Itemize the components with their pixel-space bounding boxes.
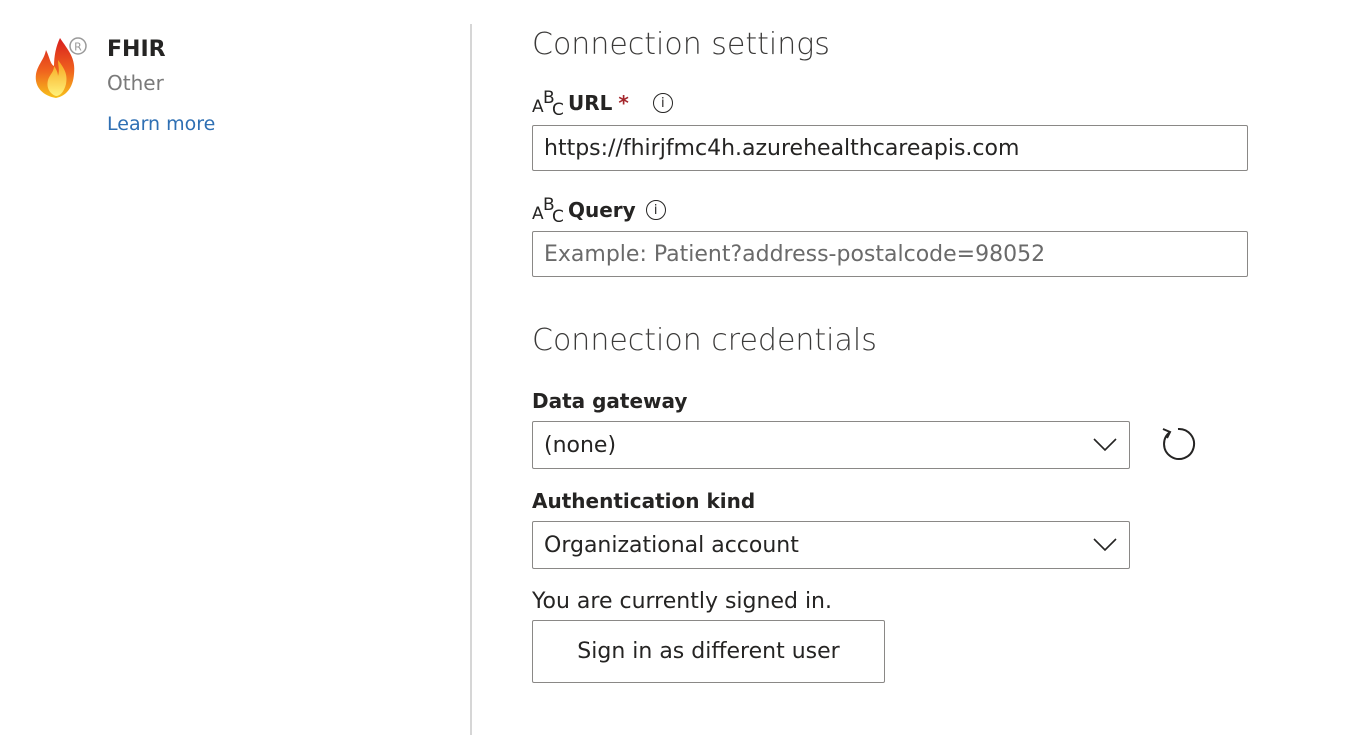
connector-category: Other [107, 71, 164, 95]
connection-dialog: R FHIR Other Learn more Connection setti… [0, 0, 1353, 735]
connector-name: FHIR [107, 37, 166, 62]
learn-more-link[interactable]: Learn more [107, 113, 215, 135]
fhir-flame-logo: R [35, 37, 87, 98]
connector-info-panel: R FHIR Other Learn more [0, 0, 470, 735]
query-label: Query [568, 198, 636, 222]
data-gateway-select[interactable]: (none) [532, 421, 1130, 469]
url-label: URL [568, 91, 613, 115]
info-icon[interactable]: i [645, 200, 666, 220]
sign-in-status: You are currently signed in. [532, 589, 832, 614]
data-gateway-label: Data gateway [532, 389, 688, 413]
connection-credentials-title: Connection credentials [532, 323, 877, 358]
connection-settings-title: Connection settings [532, 27, 830, 62]
chevron-down-icon [1093, 538, 1117, 552]
text-type-icon: A B C [532, 88, 564, 120]
authentication-kind-select[interactable]: Organizational account [532, 521, 1130, 569]
authentication-kind-value: Organizational account [544, 532, 799, 558]
chevron-down-icon [1093, 438, 1117, 452]
query-label-row: A B C Query i [532, 195, 666, 227]
url-label-row: A B C URL * i [532, 88, 673, 120]
text-type-icon: A B C [532, 195, 564, 227]
required-marker: * [618, 91, 629, 115]
panel-divider [470, 24, 472, 735]
data-gateway-value: (none) [544, 432, 617, 458]
svg-text:R: R [74, 41, 82, 54]
info-icon[interactable]: i [652, 93, 673, 113]
query-input[interactable] [532, 231, 1248, 277]
refresh-icon[interactable] [1158, 424, 1196, 462]
url-input[interactable] [532, 125, 1248, 171]
sign-in-different-user-button[interactable]: Sign in as different user [532, 620, 885, 683]
authentication-kind-label: Authentication kind [532, 489, 756, 513]
